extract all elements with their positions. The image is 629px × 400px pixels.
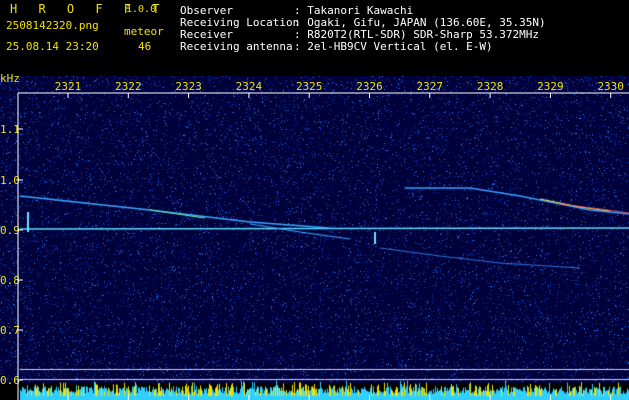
y-tick-label: 0.7 [0, 324, 20, 337]
y-tick-label: 0.8 [0, 274, 20, 287]
app-version: 1.0.0 [126, 4, 157, 15]
x-tick-label: 2325 [296, 80, 323, 93]
meteor-count: 46 [138, 40, 152, 53]
x-tick-label: 2323 [175, 80, 202, 93]
header-panel: H R O F F T 1.0.0 2508142320.png meteor … [0, 0, 629, 60]
x-tick-label: 2324 [236, 80, 263, 93]
x-tick-label: 2329 [537, 80, 564, 93]
x-tick-label: 2330 [597, 80, 624, 93]
x-tick-label: 2321 [55, 80, 82, 93]
spectrogram-axes: kHz 2321 2322 2323 2324 2325 2326 2327 2328 2329… [0, 72, 629, 400]
x-tick-label: 2326 [356, 80, 383, 93]
y-axis-unit: kHz [0, 72, 20, 85]
info-value-antenna: : 2el-HB9CV Vertical (el. E-W) [294, 40, 493, 53]
y-tick-label: 0.6 [0, 374, 20, 387]
y-tick-label: 0.9 [0, 224, 20, 237]
y-tick-label: 1.0 [0, 174, 20, 187]
meteor-label: meteor [124, 25, 164, 38]
x-tick-label: 2327 [417, 80, 444, 93]
x-tick-label: 2328 [477, 80, 504, 93]
file-name: 2508142320.png [6, 19, 99, 32]
x-tick-label: 2322 [115, 80, 142, 93]
date-time: 25.08.14 23:20 [6, 40, 99, 53]
info-label-antenna: Receiving antenna [180, 40, 293, 53]
y-tick-label: 1.1 [0, 123, 20, 136]
